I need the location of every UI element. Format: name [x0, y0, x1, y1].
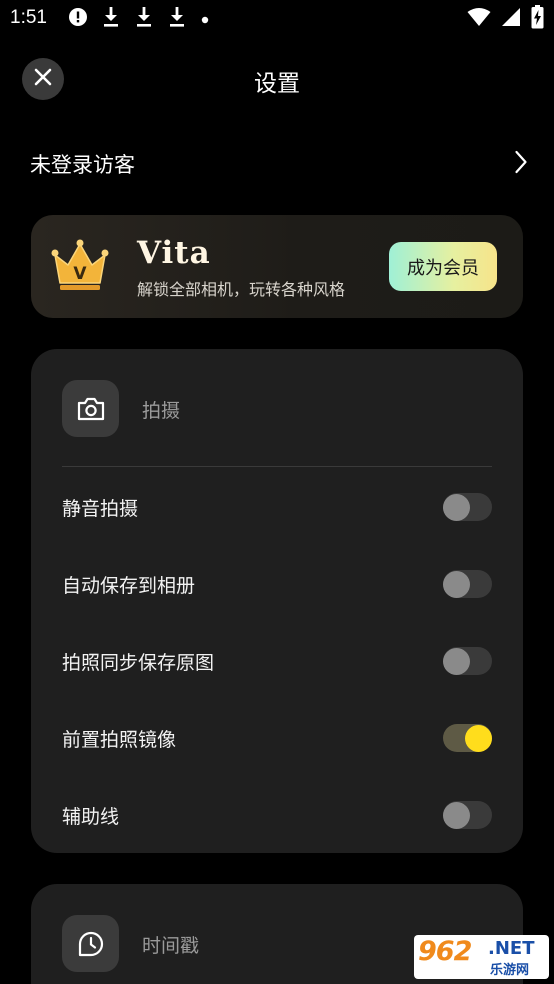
become-member-button[interactable]: 成为会员 — [389, 242, 497, 291]
camera-icon — [62, 380, 119, 437]
chevron-right-icon — [514, 150, 528, 178]
download-icon — [167, 6, 187, 32]
toggle-knob — [443, 802, 470, 829]
account-name: 未登录访客 — [30, 153, 135, 177]
shooting-settings-card: 拍摄 静音拍摄 自动保存到相册 拍照同步保存原图 前置拍照镜像 辅助线 — [31, 349, 523, 853]
setting-label: 静音拍摄 — [62, 497, 139, 520]
setting-label: 自动保存到相册 — [62, 574, 196, 597]
notification-icons — [68, 6, 210, 32]
timestamp-icon — [62, 915, 119, 972]
section-title-shooting: 拍摄 — [142, 400, 181, 422]
wifi-icon — [467, 7, 491, 31]
toggle-knob — [443, 571, 470, 598]
watermark-site-name: 乐游网 — [490, 963, 530, 978]
download-icon — [134, 6, 154, 32]
toggle-knob — [443, 648, 470, 675]
toggle-switch[interactable] — [443, 801, 492, 829]
section-title-timestamp: 时间戳 — [142, 935, 200, 957]
setting-label: 拍照同步保存原图 — [62, 651, 215, 674]
site-watermark: 962 .NET 乐游网 — [414, 935, 549, 979]
status-time: 1:51 — [10, 7, 47, 28]
crown-icon: V — [51, 239, 109, 293]
watermark-domain: .NET — [488, 938, 535, 959]
download-icon — [101, 6, 121, 32]
signal-icon — [501, 7, 521, 31]
setting-row-grid-lines: 辅助线 — [62, 793, 492, 837]
watermark-number: 962 — [418, 936, 472, 967]
toggle-knob — [443, 494, 470, 521]
toggle-switch[interactable] — [443, 493, 492, 521]
toggle-switch[interactable] — [443, 570, 492, 598]
setting-row-save-original: 拍照同步保存原图 — [62, 639, 492, 683]
setting-label: 前置拍照镜像 — [62, 728, 177, 751]
svg-text:V: V — [73, 264, 87, 284]
dot-icon — [200, 10, 210, 29]
setting-row-front-mirror: 前置拍照镜像 — [62, 716, 492, 760]
battery-charging-icon — [531, 5, 544, 33]
setting-label: 辅助线 — [62, 805, 120, 828]
page-title: 设置 — [254, 71, 300, 97]
toggle-switch[interactable] — [443, 724, 492, 752]
toggle-switch[interactable] — [443, 647, 492, 675]
setting-row-auto-save: 自动保存到相册 — [62, 562, 492, 606]
alert-icon — [68, 7, 88, 31]
divider — [62, 466, 492, 467]
vip-title: Vita — [137, 235, 211, 271]
system-icons — [467, 5, 544, 33]
vip-subtitle: 解锁全部相机，玩转各种风格 — [137, 280, 346, 299]
setting-row-silent-shutter: 静音拍摄 — [62, 485, 492, 529]
account-row[interactable]: 未登录访客 — [30, 140, 528, 188]
toggle-knob — [465, 725, 492, 752]
vip-banner[interactable]: V Vita 解锁全部相机，玩转各种风格 成为会员 — [31, 215, 523, 318]
status-bar: 1:51 — [0, 0, 554, 38]
